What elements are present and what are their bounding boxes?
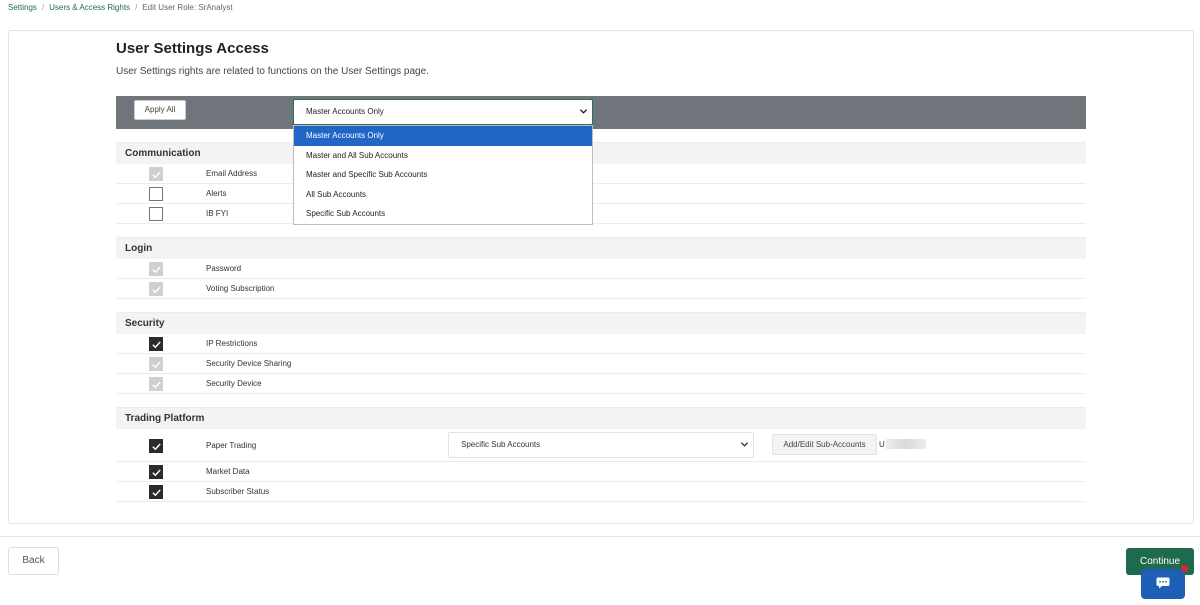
row-label: Market Data [206, 467, 250, 476]
row-label: Paper Trading [206, 441, 257, 450]
scope-option-master-all-sub[interactable]: Master and All Sub Accounts [294, 146, 592, 166]
add-edit-sub-accounts-button[interactable]: Add/Edit Sub-Accounts [772, 434, 877, 455]
scope-option-all-sub[interactable]: All Sub Accounts [294, 185, 592, 205]
chevron-down-icon [740, 442, 749, 447]
checkbox-paper-trading[interactable] [149, 439, 163, 453]
row-label: Alerts [206, 189, 227, 198]
scope-dropdown: Master Accounts Only Master and All Sub … [293, 125, 593, 225]
checkmark-icon [152, 341, 161, 349]
page-subtitle: User Settings rights are related to func… [116, 66, 429, 77]
notification-dot [1181, 565, 1188, 572]
permission-row: Email Address [116, 164, 1086, 184]
apply-all-button[interactable]: Apply All [134, 100, 186, 120]
footer-divider [0, 536, 1200, 537]
checkbox-alerts[interactable] [149, 187, 163, 201]
row-label: Voting Subscription [206, 284, 275, 293]
paper-trading-scope-value: Specific Sub Accounts [461, 440, 541, 449]
checkmark-icon [152, 443, 161, 451]
row-label: Security Device Sharing [206, 359, 292, 368]
checkbox-password[interactable] [149, 262, 163, 276]
chevron-down-icon [579, 109, 588, 114]
permission-row: Market Data [116, 462, 1086, 482]
permission-row: Security Device Sharing [116, 354, 1086, 374]
checkbox-voting-subscription[interactable] [149, 282, 163, 296]
row-label: Password [206, 264, 242, 273]
back-button[interactable]: Back [8, 547, 59, 575]
checkmark-icon [152, 171, 161, 179]
row-label: Subscriber Status [206, 487, 270, 496]
checkmark-icon [152, 361, 161, 369]
row-label: Email Address [206, 169, 258, 178]
scope-select[interactable]: Master Accounts Only [293, 99, 593, 125]
account-id-redacted [886, 439, 926, 449]
checkbox-email-address[interactable] [149, 167, 163, 181]
permission-row: Password [116, 259, 1086, 279]
section-header-login: Login [116, 237, 1086, 259]
account-id: U [879, 440, 885, 449]
scope-select-value: Master Accounts Only [306, 107, 384, 116]
chat-icon [1156, 577, 1170, 589]
checkmark-icon [152, 489, 161, 497]
checkbox-security-device-sharing[interactable] [149, 357, 163, 371]
breadcrumb-settings[interactable]: Settings [8, 3, 37, 12]
paper-trading-scope-select[interactable]: Specific Sub Accounts [448, 432, 754, 458]
scope-option-master-specific-sub[interactable]: Master and Specific Sub Accounts [294, 165, 592, 185]
permission-row: Subscriber Status [116, 482, 1086, 502]
apply-toolbar [116, 96, 1086, 129]
scope-option-master-only[interactable]: Master Accounts Only [294, 126, 592, 146]
permission-row: IP Restrictions [116, 334, 1086, 354]
section-header-security: Security [116, 312, 1086, 334]
checkmark-icon [152, 286, 161, 294]
page-title: User Settings Access [116, 40, 269, 57]
breadcrumb: Settings / Users & Access Rights / Edit User… [8, 3, 233, 12]
permission-row: IB FYI [116, 204, 1086, 224]
checkmark-icon [152, 469, 161, 477]
row-label: IP Restrictions [206, 339, 258, 348]
row-label: IB FYI [206, 209, 229, 218]
checkbox-ip-restrictions[interactable] [149, 337, 163, 351]
breadcrumb-users-access-rights[interactable]: Users & Access Rights [49, 3, 130, 12]
checkbox-market-data[interactable] [149, 465, 163, 479]
chat-button[interactable] [1141, 569, 1185, 599]
section-header-communication: Communication [116, 142, 1086, 164]
row-label: Security Device [206, 379, 262, 388]
breadcrumb-current: Edit User Role: SrAnalyst [142, 3, 233, 12]
permission-row: Alerts [116, 184, 1086, 204]
scope-option-specific-sub[interactable]: Specific Sub Accounts [294, 204, 592, 224]
checkbox-security-device[interactable] [149, 377, 163, 391]
permission-row: Voting Subscription [116, 279, 1086, 299]
checkmark-icon [152, 381, 161, 389]
checkmark-icon [152, 266, 161, 274]
permission-row: Security Device [116, 374, 1086, 394]
checkbox-subscriber-status[interactable] [149, 485, 163, 499]
checkbox-ib-fyi[interactable] [149, 207, 163, 221]
section-header-trading-platform: Trading Platform [116, 407, 1086, 429]
